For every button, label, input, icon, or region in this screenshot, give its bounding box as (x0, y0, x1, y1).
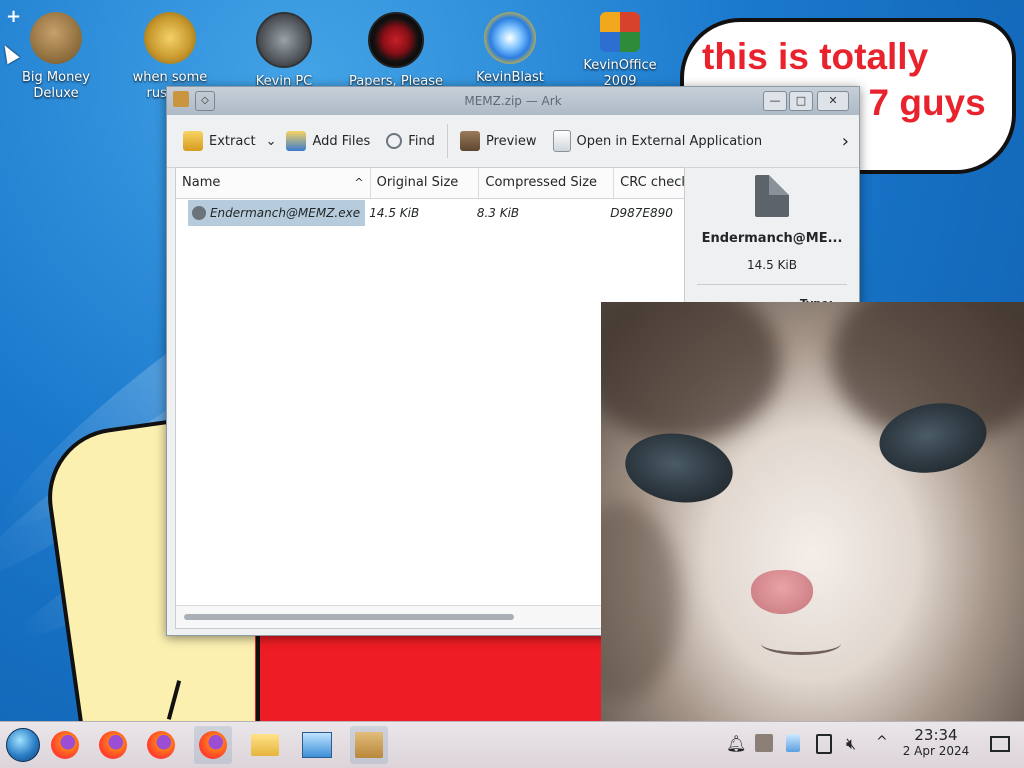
clock-time: 23:34 (914, 726, 958, 744)
toolbar-overflow-button[interactable]: › (842, 131, 849, 152)
keep-above-button[interactable]: ◇ (195, 91, 215, 111)
firefox-icon (199, 731, 227, 759)
column-header-label: Name (182, 175, 221, 190)
extract-icon (183, 131, 203, 151)
find-button[interactable]: Find (378, 124, 443, 158)
window-title: MEMZ.zip — Ark (464, 94, 562, 108)
column-header-crc[interactable]: CRC checksum (614, 168, 684, 198)
table-row[interactable]: Endermanch@MEMZ.exe 14.5 KiB 8.3 KiB D98… (176, 200, 684, 226)
drawn-line (256, 630, 260, 725)
firefox-icon (147, 731, 175, 759)
globe-sun-icon (484, 12, 536, 64)
open-external-label: Open in External Application (576, 133, 763, 149)
taskbar-system-monitor[interactable] (298, 726, 336, 764)
file-name: Endermanch@MEMZ.exe (209, 206, 361, 220)
desktop-icon-papers-please[interactable]: Papers, Please (342, 12, 450, 90)
desktop-icon-label: Big Money Deluxe (21, 70, 90, 101)
search-icon (386, 133, 403, 149)
open-external-icon (552, 130, 571, 152)
row-indent (176, 200, 188, 226)
speedometer-icon (256, 12, 312, 68)
add-files-button[interactable]: Add Files (278, 124, 378, 158)
taskbar: 🔔︎ 🔇︎ ^ 23:34 2 Apr 2024 (0, 721, 1024, 768)
fur-shade (601, 302, 781, 442)
add-files-icon (286, 131, 307, 151)
info-separator (697, 284, 847, 285)
fur-shade (601, 502, 681, 702)
file-type-icon (755, 175, 789, 217)
open-external-button[interactable]: Open in External Application (545, 124, 771, 158)
taskbar-firefox-4[interactable] (194, 726, 232, 764)
ark-toolbar: Extract ⌄ Add Files Find Preview Open in… (167, 115, 859, 168)
desktop-icon-label: KevinOffice 2009 (583, 58, 657, 89)
minimize-button[interactable]: — (763, 91, 787, 111)
column-header-original-size[interactable]: Original Size (371, 168, 480, 198)
preview-button[interactable]: Preview (452, 124, 545, 158)
gear-icon (144, 12, 196, 64)
info-file-size: 14.5 KiB (747, 258, 797, 272)
folder-icon (251, 734, 279, 756)
windows-orb-icon (6, 728, 40, 762)
info-file-name: Endermanch@ME... (701, 231, 843, 246)
office-icon (600, 12, 640, 52)
ark-app-icon[interactable] (173, 91, 189, 107)
monitor-icon (302, 732, 332, 758)
file-crc: D987E890 (610, 206, 673, 220)
add-files-label: Add Files (312, 133, 371, 149)
preview-icon (459, 131, 480, 151)
taskbar-ark[interactable] (350, 726, 388, 764)
scrollbar-thumb[interactable] (184, 614, 514, 620)
desktop-icon-big-money[interactable]: Big Money Deluxe (2, 12, 110, 102)
taskbar-firefox-2[interactable] (94, 726, 132, 764)
chevron-up-icon[interactable]: ^ (876, 734, 888, 750)
close-button[interactable]: ✕ (817, 91, 849, 111)
cat-eye-left (620, 426, 738, 510)
maximize-button[interactable]: □ (789, 91, 813, 111)
firefox-icon (99, 731, 127, 759)
taskbar-clock[interactable]: 23:34 2 Apr 2024 (896, 726, 976, 758)
window-titlebar[interactable]: ◇ MEMZ.zip — Ark — □ ✕ (167, 87, 859, 115)
volume-muted-icon[interactable]: 🔇︎ (846, 734, 856, 754)
find-label: Find (408, 133, 435, 149)
notifications-bell-icon[interactable]: 🔔︎ (726, 734, 746, 753)
extract-dropdown-button[interactable]: ⌄ (264, 124, 279, 158)
papers-please-icon (368, 12, 424, 68)
clipboard-image-tray-icon[interactable] (786, 734, 800, 752)
cat-app-tray-icon[interactable] (755, 734, 773, 752)
money-bag-icon (30, 12, 82, 64)
extract-label: Extract (209, 133, 256, 149)
desktop-icon-kevinoffice[interactable]: KevinOffice 2009 (566, 12, 674, 90)
show-desktop-icon[interactable] (990, 736, 1010, 752)
chevron-down-icon: ⌄ (265, 133, 277, 149)
desktop-icon-kevinblast[interactable]: KevinBlast (456, 12, 564, 86)
preview-label: Preview (485, 133, 537, 149)
file-list-header: Name ^ Original Size Compressed Size CRC… (176, 168, 684, 199)
executable-gear-icon (191, 206, 206, 220)
taskbar-firefox-3[interactable] (142, 726, 180, 764)
cat-mouth (761, 632, 841, 655)
firefox-icon (51, 731, 79, 759)
taskbar-file-manager[interactable] (246, 726, 284, 764)
column-header-compressed-size[interactable]: Compressed Size (479, 168, 615, 198)
toolbar-separator (446, 124, 448, 158)
desktop-icon-label: KevinBlast (476, 70, 544, 85)
file-name-cell[interactable]: Endermanch@MEMZ.exe (187, 200, 366, 226)
ark-package-icon (355, 732, 383, 758)
cat-nose (751, 570, 813, 614)
taskbar-firefox-1[interactable] (46, 726, 84, 764)
column-header-name[interactable]: Name ^ (176, 168, 371, 198)
cat-photo (601, 302, 1024, 724)
clock-date: 2 Apr 2024 (902, 744, 970, 758)
sort-ascending-icon: ^ (354, 176, 364, 189)
start-button[interactable] (4, 726, 42, 764)
file-original-size: 14.5 KiB (369, 206, 420, 220)
clipboard-icon[interactable] (816, 734, 832, 754)
extract-button[interactable]: Extract (175, 124, 264, 158)
file-compressed-size: 8.3 KiB (476, 206, 520, 220)
